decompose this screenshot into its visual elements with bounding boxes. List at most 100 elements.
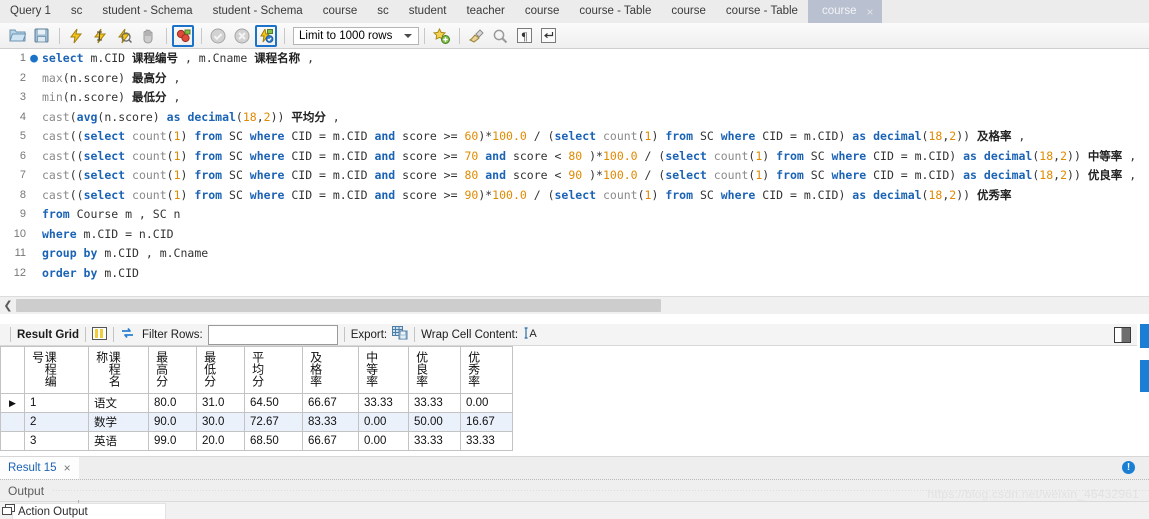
result-tab-bar[interactable]: Result 15 × bbox=[0, 456, 1149, 480]
rollback-transaction-icon[interactable] bbox=[231, 25, 253, 47]
column-header-8[interactable]: 优秀率 bbox=[460, 346, 513, 394]
grid-cell[interactable]: 83.33 bbox=[302, 412, 359, 432]
grid-cell[interactable]: 66.67 bbox=[302, 431, 359, 451]
statement-marker-icon[interactable] bbox=[26, 244, 42, 264]
code-line-12[interactable]: 12 order by m.CID bbox=[0, 264, 1149, 284]
wrap-cell-content-icon[interactable]: A bbox=[524, 326, 539, 343]
action-output-label[interactable]: Action Output bbox=[18, 506, 88, 518]
statement-marker-icon[interactable] bbox=[26, 264, 42, 284]
side-panel-tab-field-types[interactable] bbox=[1140, 360, 1149, 392]
editor-tab-0[interactable]: Query 1 bbox=[0, 0, 61, 23]
code-line-11[interactable]: 11 group by m.CID , m.Cname bbox=[0, 244, 1149, 264]
grid-cell[interactable]: 0.00 bbox=[358, 431, 409, 451]
grid-cell[interactable]: 33.33 bbox=[460, 431, 513, 451]
close-icon[interactable]: × bbox=[866, 6, 873, 18]
grid-cell[interactable]: 66.67 bbox=[302, 393, 359, 413]
row-selector-cell[interactable]: ▶ bbox=[0, 393, 25, 413]
grid-cell[interactable]: 0.00 bbox=[358, 412, 409, 432]
grid-cell[interactable]: 72.67 bbox=[244, 412, 303, 432]
column-header-7[interactable]: 优良率 bbox=[408, 346, 461, 394]
result-grid-table[interactable]: 课程编号 课程名称 最高分 最低分 平均分 及格率 中等率 优良率 优秀率 ▶ 1 语文 80.0 31.… bbox=[0, 346, 513, 451]
editor-tab-12[interactable]: course × bbox=[807, 0, 882, 23]
refresh-icon[interactable] bbox=[120, 326, 135, 343]
editor-tab-9[interactable]: course - Table bbox=[569, 0, 661, 23]
grid-cell[interactable]: 20.0 bbox=[196, 431, 245, 451]
statement-marker-icon[interactable] bbox=[26, 186, 42, 206]
grid-cell[interactable]: 数学 bbox=[88, 412, 149, 432]
code-line-1[interactable]: 1 ● select m.CID 课程编号 , m.Cname 课程名称 , bbox=[0, 49, 1149, 69]
scrollbar-thumb[interactable] bbox=[16, 299, 661, 312]
toggle-word-wrap-icon[interactable] bbox=[537, 25, 559, 47]
scroll-left-arrow-icon[interactable]: ❮ bbox=[0, 299, 16, 312]
right-side-panel-strip[interactable] bbox=[1137, 324, 1149, 456]
sql-editor-toolbar[interactable]: Limit to 1000 rows ¶ bbox=[0, 23, 1149, 49]
grid-cell[interactable]: 0.00 bbox=[460, 393, 513, 413]
row-limit-select[interactable]: Limit to 1000 rows bbox=[293, 26, 419, 45]
stop-execution-icon[interactable] bbox=[137, 25, 159, 47]
statement-marker-icon[interactable] bbox=[26, 88, 42, 108]
row-selector-cell[interactable] bbox=[0, 412, 25, 432]
row-selector-cell[interactable] bbox=[0, 431, 25, 451]
toggle-side-panel-icon[interactable] bbox=[1114, 327, 1131, 343]
code-line-3[interactable]: 3 min(n.score) 最低分 , bbox=[0, 88, 1149, 108]
grid-cell[interactable]: 64.50 bbox=[244, 393, 303, 413]
grid-cell[interactable]: 语文 bbox=[88, 393, 149, 413]
chevron-down-icon[interactable] bbox=[404, 33, 412, 38]
execute-current-statement-icon[interactable] bbox=[89, 25, 111, 47]
column-header-3[interactable]: 最低分 bbox=[196, 346, 245, 394]
editor-horizontal-scrollbar[interactable]: ❮ bbox=[0, 296, 1149, 314]
grid-cell[interactable]: 90.0 bbox=[148, 412, 197, 432]
grid-cell[interactable]: 33.33 bbox=[408, 393, 461, 413]
result-grid-toolbar[interactable]: Result Grid Filter Rows: Export: Wrap Ce… bbox=[0, 324, 1149, 346]
grid-cell[interactable]: 1 bbox=[24, 393, 89, 413]
grid-corner-cell[interactable] bbox=[0, 346, 25, 394]
editor-tab-10[interactable]: course bbox=[661, 0, 716, 23]
info-badge-icon[interactable]: ! bbox=[1122, 461, 1135, 474]
editor-tab-5[interactable]: sc bbox=[367, 0, 399, 23]
statement-marker-icon[interactable] bbox=[26, 147, 42, 167]
statement-marker-icon[interactable] bbox=[26, 69, 42, 89]
grid-cell[interactable]: 33.33 bbox=[358, 393, 409, 413]
grid-cell[interactable]: 31.0 bbox=[196, 393, 245, 413]
code-line-2[interactable]: 2 max(n.score) 最高分 , bbox=[0, 69, 1149, 89]
code-line-4[interactable]: 4 cast(avg(n.score) as decimal(18,2)) 平均分… bbox=[0, 108, 1149, 128]
code-line-8[interactable]: 8 cast((select count(1) from SC where CID… bbox=[0, 186, 1149, 206]
grid-cell[interactable]: 99.0 bbox=[148, 431, 197, 451]
grid-cell[interactable]: 3 bbox=[24, 431, 89, 451]
commit-transaction-icon[interactable] bbox=[207, 25, 229, 47]
grid-cell[interactable]: 50.00 bbox=[408, 412, 461, 432]
open-sql-file-icon[interactable] bbox=[6, 25, 28, 47]
editor-tab-11[interactable]: course - Table bbox=[716, 0, 808, 23]
editor-tab-7[interactable]: teacher bbox=[456, 0, 514, 23]
editor-tab-4[interactable]: course bbox=[313, 0, 368, 23]
grid-cell[interactable]: 英语 bbox=[88, 431, 149, 451]
editor-tab-1[interactable]: sc bbox=[61, 0, 93, 23]
grid-cell[interactable]: 68.50 bbox=[244, 431, 303, 451]
column-header-5[interactable]: 及格率 bbox=[302, 346, 359, 394]
statement-marker-icon[interactable] bbox=[26, 225, 42, 245]
toggle-invisible-characters-icon[interactable]: ¶ bbox=[513, 25, 535, 47]
column-header-2[interactable]: 最高分 bbox=[148, 346, 197, 394]
column-header-6[interactable]: 中等率 bbox=[358, 346, 409, 394]
table-row[interactable]: ▶ 1 语文 80.0 31.0 64.50 66.67 33.33 33.33 0.00 bbox=[0, 393, 513, 413]
code-line-7[interactable]: 7 cast((select count(1) from SC where CID… bbox=[0, 166, 1149, 186]
grid-cell[interactable]: 16.67 bbox=[460, 412, 513, 432]
editor-tab-strip[interactable]: Query 1 sc student - Schema student - Schem… bbox=[0, 0, 1149, 24]
grid-cell[interactable]: 30.0 bbox=[196, 412, 245, 432]
editor-tab-2[interactable]: student - Schema bbox=[92, 0, 202, 23]
save-snippet-icon[interactable] bbox=[430, 25, 452, 47]
execute-statement-icon[interactable] bbox=[65, 25, 87, 47]
save-sql-file-icon[interactable] bbox=[30, 25, 52, 47]
sql-code-editor[interactable]: 1 ● select m.CID 课程编号 , m.Cname 课程名称 , 2 max… bbox=[0, 49, 1149, 296]
sql-code-lines[interactable]: 1 ● select m.CID 课程编号 , m.Cname 课程名称 , 2 max… bbox=[0, 49, 1149, 283]
editor-tab-3[interactable]: student - Schema bbox=[203, 0, 313, 23]
explain-statement-icon[interactable] bbox=[113, 25, 135, 47]
statement-marker-icon[interactable]: ● bbox=[26, 49, 42, 69]
grid-view-icon[interactable] bbox=[91, 326, 107, 343]
grid-cell[interactable]: 2 bbox=[24, 412, 89, 432]
grid-cell[interactable]: 33.33 bbox=[408, 431, 461, 451]
editor-tab-6[interactable]: student bbox=[399, 0, 457, 23]
result-tab-0[interactable]: Result 15 × bbox=[0, 457, 79, 480]
toggle-stop-on-error-icon[interactable] bbox=[172, 24, 194, 47]
result-grid[interactable]: 课程编号 课程名称 最高分 最低分 平均分 及格率 中等率 优良率 优秀率 ▶ 1 语文 80.0 31.… bbox=[0, 346, 1100, 456]
